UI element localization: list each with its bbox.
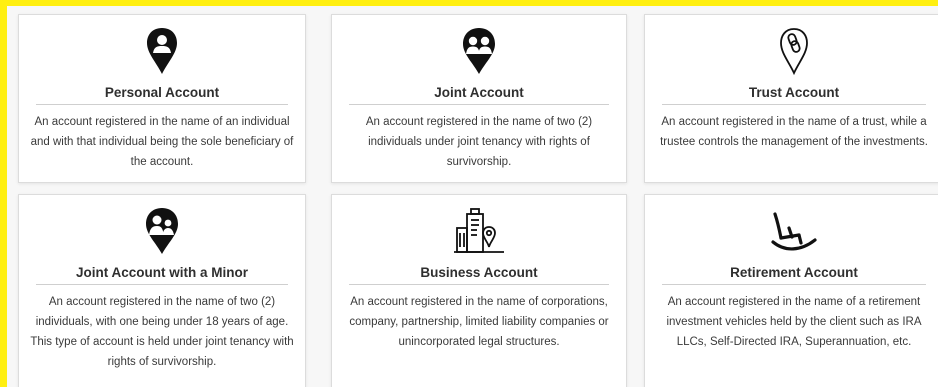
card-description: An account registered in the name of two… xyxy=(30,296,294,368)
card-title: Trust Account xyxy=(662,83,926,105)
card-retirement-account[interactable]: Retirement Account An account registered… xyxy=(644,194,938,387)
card-joint-account-minor[interactable]: Joint Account with a Minor An account re… xyxy=(18,194,306,387)
card-title: Joint Account xyxy=(349,83,609,105)
business-building-icon xyxy=(332,205,626,257)
card-title: Business Account xyxy=(349,263,609,285)
account-types-panel: Personal Account An account registered i… xyxy=(0,0,938,387)
card-personal-account[interactable]: Personal Account An account registered i… xyxy=(18,14,306,183)
card-description: An account registered in the name of two… xyxy=(365,116,593,168)
card-title: Joint Account with a Minor xyxy=(36,263,288,285)
joint-pin-icon xyxy=(332,25,626,77)
rocking-chair-icon xyxy=(645,205,938,257)
card-description: An account registered in the name of an … xyxy=(30,116,294,168)
card-trust-account[interactable]: Trust Account An account registered in t… xyxy=(644,14,938,183)
card-joint-account[interactable]: Joint Account An account registered in t… xyxy=(331,14,627,183)
card-description: An account registered in the name of cor… xyxy=(349,296,609,348)
card-description: An account registered in the name of a t… xyxy=(660,116,928,148)
card-description: An account registered in the name of a r… xyxy=(666,296,922,348)
card-business-account[interactable]: Business Account An account registered i… xyxy=(331,194,627,387)
minor-pin-icon xyxy=(19,205,305,257)
personal-pin-icon xyxy=(19,25,305,77)
card-title: Retirement Account xyxy=(662,263,926,285)
trust-pin-icon xyxy=(645,25,938,77)
card-title: Personal Account xyxy=(36,83,288,105)
